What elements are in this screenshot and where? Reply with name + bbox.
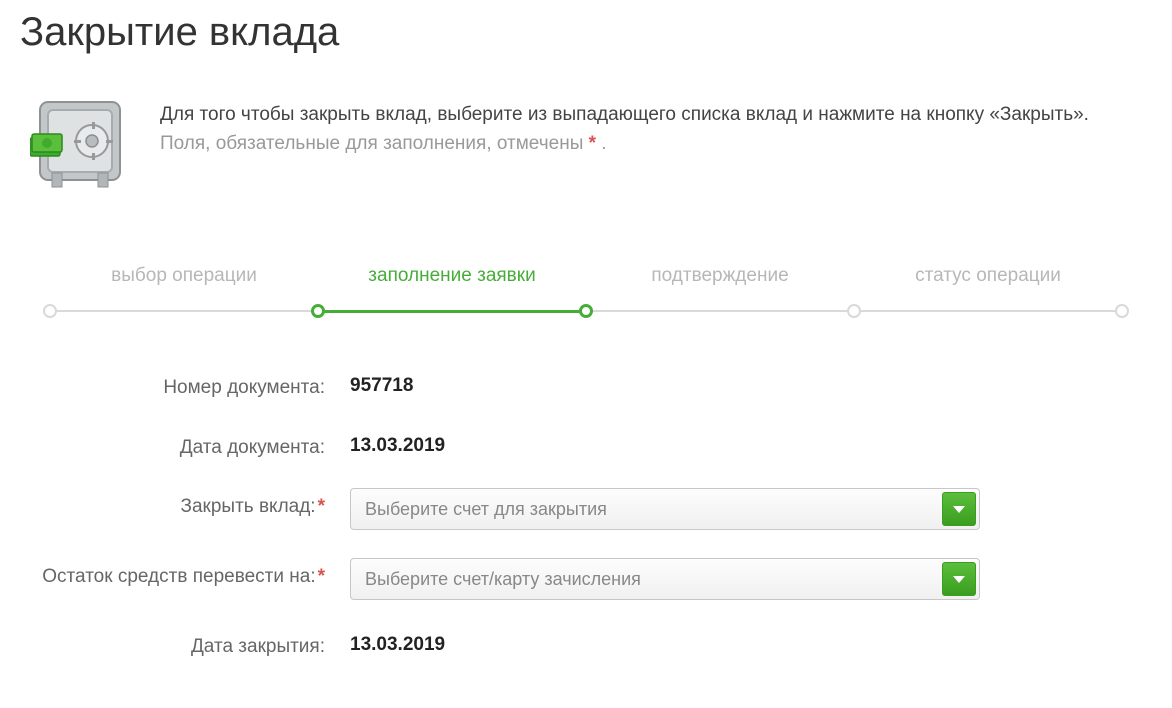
close-date-value: 13.03.2019 xyxy=(350,628,445,656)
close-deposit-label: Закрыть вклад:* xyxy=(20,488,350,520)
close-deposit-select[interactable]: Выберите счет для закрытия xyxy=(350,488,980,530)
progress-step-status: статус операции xyxy=(854,265,1122,299)
close-deposit-placeholder: Выберите счет для закрытия xyxy=(365,499,607,520)
form: Номер документа: 957718 Дата документа: … xyxy=(20,369,1152,660)
asterisk-icon: * xyxy=(318,496,325,517)
progress-step-confirm: подтверждение xyxy=(586,265,854,299)
progress-step-fill-form: заполнение заявки xyxy=(318,265,586,299)
progress-end-circle xyxy=(1115,304,1129,318)
transfer-to-select[interactable]: Выберите счет/карту зачисления xyxy=(350,558,980,600)
page-title: Закрытие вклада xyxy=(20,10,1152,55)
form-row-close-deposit: Закрыть вклад:* Выберите счет для закрыт… xyxy=(20,488,1152,530)
progress-step-circle xyxy=(579,304,593,318)
form-row-close-date: Дата закрытия: 13.03.2019 xyxy=(20,628,1152,660)
progress-step-circle xyxy=(43,304,57,318)
form-row-doc-date: Дата документа: 13.03.2019 xyxy=(20,429,1152,461)
doc-number-label: Номер документа: xyxy=(20,369,350,401)
doc-date-value: 13.03.2019 xyxy=(350,429,445,457)
progress-step-label: выбор операции xyxy=(50,265,318,287)
progress-step-label: статус операции xyxy=(854,265,1122,287)
chevron-down-icon[interactable] xyxy=(942,562,976,596)
intro-block: Для того чтобы закрыть вклад, выберите и… xyxy=(20,100,1152,195)
progress-line-active xyxy=(318,310,586,313)
progress-step-select-operation: выбор операции xyxy=(50,265,318,299)
progress-bar: выбор операции заполнение заявки подтвер… xyxy=(50,265,1122,299)
form-row-doc-number: Номер документа: 957718 xyxy=(20,369,1152,401)
intro-main-text: Для того чтобы закрыть вклад, выберите и… xyxy=(160,100,1089,129)
progress-step-circle xyxy=(847,304,861,318)
intro-hint: Поля, обязательные для заполнения, отмеч… xyxy=(160,129,1089,158)
close-date-label: Дата закрытия: xyxy=(20,628,350,660)
intro-text: Для того чтобы закрыть вклад, выберите и… xyxy=(160,100,1089,159)
safe-icon xyxy=(30,100,130,195)
transfer-to-placeholder: Выберите счет/карту зачисления xyxy=(365,569,641,590)
progress-step-label: заполнение заявки xyxy=(318,265,586,287)
transfer-to-label: Остаток средств перевести на:* xyxy=(20,558,350,590)
asterisk-icon: * xyxy=(589,133,596,154)
form-row-transfer-to: Остаток средств перевести на:* Выберите … xyxy=(20,558,1152,600)
chevron-down-icon[interactable] xyxy=(942,492,976,526)
doc-date-label: Дата документа: xyxy=(20,429,350,461)
progress-step-circle xyxy=(311,304,325,318)
doc-number-value: 957718 xyxy=(350,369,413,397)
asterisk-icon: * xyxy=(318,566,325,587)
progress-step-label: подтверждение xyxy=(586,265,854,287)
